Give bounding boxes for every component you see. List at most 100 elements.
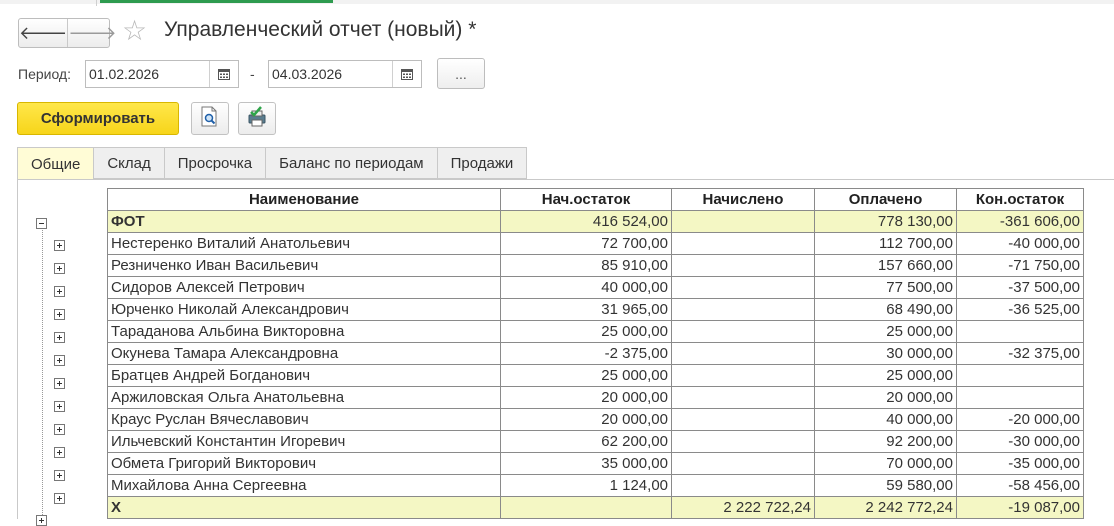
table-row[interactable]: Юрченко Николай Александрович 31 965,00 … (107, 298, 1084, 321)
row-end-balance: -40 000,00 (956, 232, 1084, 255)
expand-row-icon[interactable] (54, 240, 65, 251)
favorite-star-icon[interactable]: ☆ (122, 16, 147, 46)
tab-period-balance[interactable]: Баланс по периодам (266, 147, 438, 179)
table-row[interactable]: Ильчевский Константин Игоревич 62 200,00… (107, 430, 1084, 453)
expand-row-icon[interactable] (54, 401, 65, 412)
table-row[interactable]: Обмета Григорий Викторович 35 000,00 70 … (107, 452, 1084, 475)
row-accrued (671, 386, 815, 409)
expand-row-icon[interactable] (54, 470, 65, 481)
column-header-paid[interactable]: Оплачено (814, 188, 957, 211)
row-start-balance: 20 000,00 (500, 386, 672, 409)
expand-row-icon[interactable] (54, 332, 65, 343)
row-start-balance: 40 000,00 (500, 276, 672, 299)
table-row[interactable]: Резниченко Иван Васильевич 85 910,00 157… (107, 254, 1084, 277)
column-header-end-balance[interactable]: Кон.остаток (956, 188, 1084, 211)
preview-button[interactable] (191, 102, 229, 135)
row-start-balance: 35 000,00 (500, 452, 672, 475)
collapse-group-icon[interactable] (36, 218, 47, 229)
row-name: Ильчевский Константин Игоревич (107, 430, 501, 453)
expand-row-icon[interactable] (54, 263, 65, 274)
partial-paid: 2 242 772,24 (814, 496, 957, 519)
select-period-button[interactable]: ... (437, 58, 485, 89)
row-name: Краус Руслан Вячеславович (107, 408, 501, 431)
top-separator (96, 0, 97, 6)
table-header-row: Наименование Нач.остаток Начислено Оплач… (107, 188, 1084, 211)
table-row[interactable]: Аржиловская Ольга Анатольевна 20 000,00 … (107, 386, 1084, 409)
row-accrued (671, 408, 815, 431)
period-to-input[interactable] (269, 61, 390, 87)
row-end-balance: -30 000,00 (956, 430, 1084, 453)
group-end-balance: -361 606,00 (956, 210, 1084, 233)
row-name: Окунева Тамара Александровна (107, 342, 501, 365)
row-name: Нестеренко Виталий Анатольевич (107, 232, 501, 255)
row-paid: 25 000,00 (814, 320, 957, 343)
column-header-accrued[interactable]: Начислено (671, 188, 815, 211)
group-row-partial[interactable]: Х 2 222 722,24 2 242 772,24 -19 087,00 (107, 496, 1084, 519)
calendar-icon[interactable] (392, 61, 421, 87)
row-accrued (671, 232, 815, 255)
document-search-icon (200, 106, 220, 131)
row-end-balance: -58 456,00 (956, 474, 1084, 497)
row-accrued (671, 342, 815, 365)
period-from-field (85, 60, 239, 88)
period-label: Период: (18, 66, 71, 82)
calendar-icon[interactable] (209, 61, 238, 87)
row-accrued (671, 254, 815, 277)
row-paid: 25 000,00 (814, 364, 957, 387)
table-row[interactable]: Окунева Тамара Александровна -2 375,00 3… (107, 342, 1084, 365)
expand-row-icon[interactable] (54, 493, 65, 504)
expand-row-icon[interactable] (54, 447, 65, 458)
printer-icon (246, 106, 268, 131)
generate-report-button[interactable]: Сформировать (17, 102, 179, 135)
row-start-balance: 62 200,00 (500, 430, 672, 453)
partial-end-balance: -19 087,00 (956, 496, 1084, 519)
partial-accrued: 2 222 722,24 (671, 496, 815, 519)
table-row[interactable]: Нестеренко Виталий Анатольевич 72 700,00… (107, 232, 1084, 255)
period-to-field (268, 60, 422, 88)
row-start-balance: 20 000,00 (500, 408, 672, 431)
table-row[interactable]: Сидоров Алексей Петрович 40 000,00 77 50… (107, 276, 1084, 299)
row-end-balance: -37 500,00 (956, 276, 1084, 299)
expand-row-icon[interactable] (54, 309, 65, 320)
row-start-balance: 31 965,00 (500, 298, 672, 321)
column-header-name[interactable]: Наименование (107, 188, 501, 211)
row-end-balance: -71 750,00 (956, 254, 1084, 277)
back-arrow-icon[interactable]: 🡐 (19, 19, 67, 47)
forward-arrow-icon[interactable]: 🡒 (67, 19, 117, 47)
row-start-balance: 25 000,00 (500, 320, 672, 343)
group-accrued (671, 210, 815, 233)
row-start-balance: -2 375,00 (500, 342, 672, 365)
tab-overdue[interactable]: Просрочка (164, 147, 267, 179)
row-start-balance: 85 910,00 (500, 254, 672, 277)
print-button[interactable] (238, 102, 276, 135)
table-row[interactable]: Тараданова Альбина Викторовна 25 000,00 … (107, 320, 1084, 343)
column-header-start-balance[interactable]: Нач.остаток (500, 188, 672, 211)
period-from-input[interactable] (86, 61, 207, 87)
table-row[interactable]: Михайлова Анна Сергеевна 1 124,00 59 580… (107, 474, 1084, 497)
expand-row-icon[interactable] (54, 378, 65, 389)
tab-general[interactable]: Общие (17, 147, 95, 181)
row-paid: 20 000,00 (814, 386, 957, 409)
row-paid: 40 000,00 (814, 408, 957, 431)
table-row[interactable]: Краус Руслан Вячеславович 20 000,00 40 0… (107, 408, 1084, 431)
tab-warehouse[interactable]: Склад (94, 147, 165, 179)
row-end-balance (956, 320, 1084, 343)
row-paid: 30 000,00 (814, 342, 957, 365)
expand-row-icon[interactable] (54, 424, 65, 435)
table-row[interactable]: Братцев Андрей Богданович 25 000,00 25 0… (107, 364, 1084, 387)
row-name: Обмета Григорий Викторович (107, 452, 501, 475)
expand-row-icon[interactable] (54, 355, 65, 366)
tab-sales[interactable]: Продажи (437, 147, 528, 179)
row-start-balance: 72 700,00 (500, 232, 672, 255)
navigation-group: 🡐 🡒 (18, 18, 117, 48)
row-end-balance: -35 000,00 (956, 452, 1084, 475)
row-end-balance: -32 375,00 (956, 342, 1084, 365)
row-name: Михайлова Анна Сергеевна (107, 474, 501, 497)
row-accrued (671, 276, 815, 299)
row-end-balance: -36 525,00 (956, 298, 1084, 321)
expand-row-icon[interactable] (54, 286, 65, 297)
row-paid: 70 000,00 (814, 452, 957, 475)
expand-group-icon[interactable] (36, 515, 47, 526)
row-end-balance: -20 000,00 (956, 408, 1084, 431)
group-row[interactable]: ФОТ 416 524,00 778 130,00 -361 606,00 (107, 210, 1084, 233)
